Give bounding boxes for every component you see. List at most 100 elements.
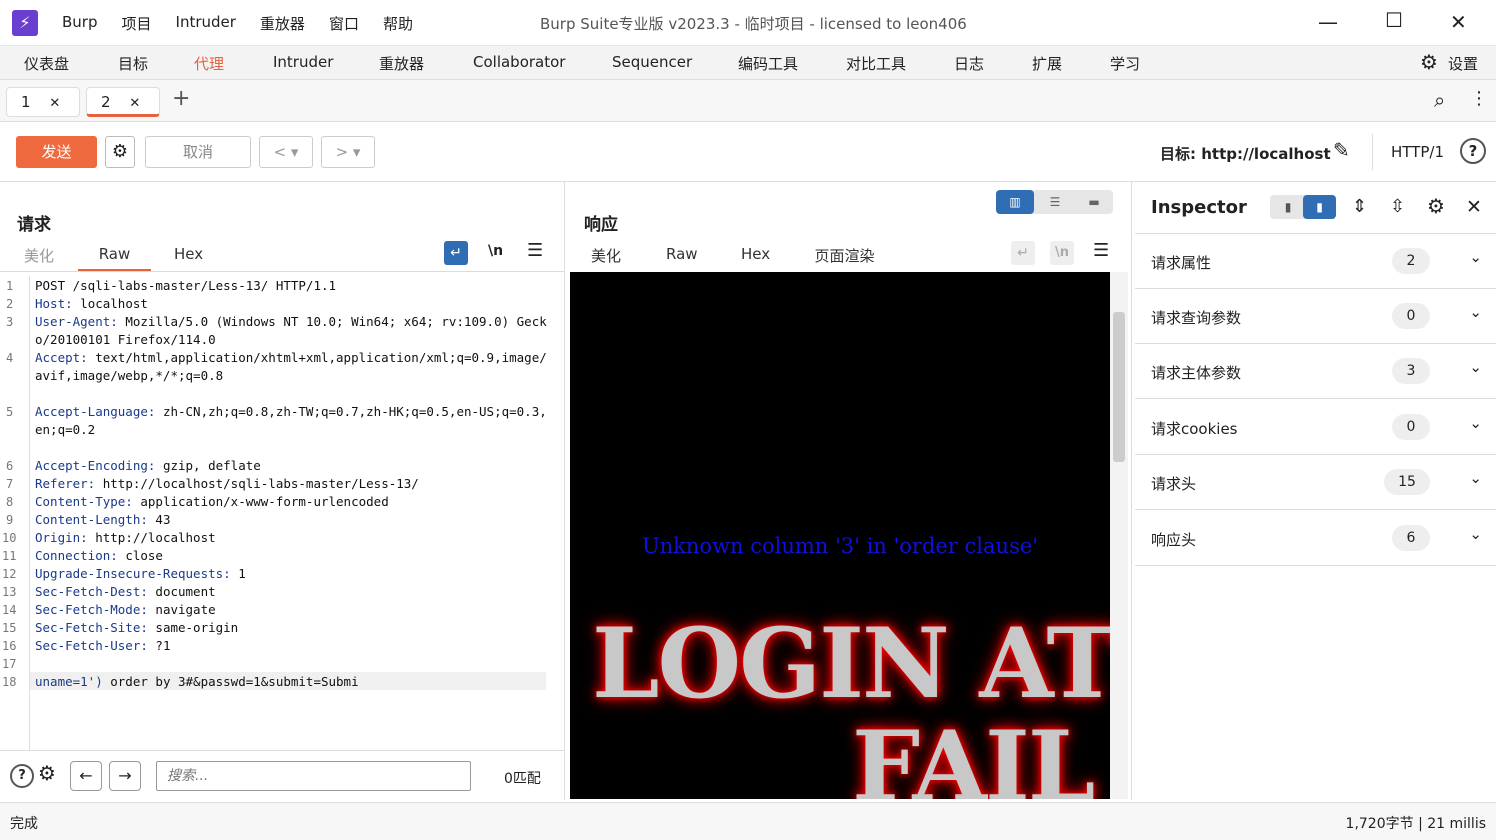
response-title: 响应: [584, 215, 618, 235]
code-line: Content-Length: 43: [35, 512, 171, 527]
response-tab-pretty[interactable]: 美化: [591, 245, 621, 266]
request-editor[interactable]: 1 POST /sqli-labs-master/Less-13/ HTTP/1…: [0, 277, 560, 747]
code-line: Sec-Fetch-Dest: document: [35, 584, 216, 599]
code-line: Origin: http://localhost: [35, 530, 216, 545]
target-label[interactable]: 目标: http://localhost: [1160, 143, 1331, 164]
repeater-tab-1[interactable]: 1 ✕: [6, 87, 80, 117]
search-input[interactable]: [156, 761, 471, 791]
tabbed-layout-icon[interactable]: ▬: [1075, 190, 1113, 214]
inspector-row-request-headers[interactable]: 请求头 15 ⌄: [1135, 455, 1496, 510]
http-version[interactable]: HTTP/1: [1391, 143, 1444, 161]
close-inspector-icon[interactable]: ✕: [1466, 196, 1482, 218]
tab-comparer[interactable]: 对比工具: [846, 53, 906, 74]
word-wrap-icon[interactable]: ↵: [444, 241, 468, 265]
help-icon[interactable]: ?: [1460, 138, 1486, 164]
search-settings-gear-icon[interactable]: ⚙: [38, 761, 56, 785]
inspector-row-body-params[interactable]: 请求主体参数 3 ⌄: [1135, 344, 1496, 399]
tab-proxy[interactable]: 代理: [194, 53, 224, 74]
top-bottom-layout-icon[interactable]: ☰: [1036, 190, 1074, 214]
menu-bar: Burp 项目 Intruder 重放器 窗口 帮助: [62, 13, 437, 34]
menu-icon[interactable]: ☰: [527, 240, 543, 261]
inspector-title: Inspector: [1151, 197, 1247, 218]
tab-logger[interactable]: 日志: [954, 53, 984, 74]
code-line: User-Agent: Mozilla/5.0 (Windows NT 10.0…: [35, 314, 547, 347]
menu-project[interactable]: 项目: [122, 13, 152, 34]
tab-sequencer[interactable]: Sequencer: [612, 53, 692, 71]
chevron-down-icon[interactable]: ⌄: [1469, 525, 1482, 543]
word-wrap-icon[interactable]: ↵: [1011, 241, 1035, 265]
inspector-row-cookies[interactable]: 请求cookies 0 ⌄: [1135, 400, 1496, 455]
chevron-down-icon[interactable]: ⌄: [1469, 358, 1482, 376]
edit-target-pencil-icon[interactable]: ✎: [1333, 138, 1350, 162]
code-line: Sec-Fetch-User: ?1: [35, 638, 171, 653]
send-button[interactable]: 发送: [16, 136, 97, 168]
next-match-arrow-icon[interactable]: →: [109, 761, 141, 791]
chevron-down-icon[interactable]: ⌄: [1469, 414, 1482, 432]
response-tab-hex[interactable]: Hex: [741, 245, 770, 263]
menu-help[interactable]: 帮助: [383, 13, 413, 34]
minimize-icon[interactable]: —: [1318, 10, 1338, 34]
repeater-tab-label: 1: [21, 93, 31, 111]
add-tab-icon[interactable]: +: [172, 86, 190, 111]
rendered-page: Unknown column '3' in 'order clause' LOG…: [570, 272, 1110, 799]
response-size-timing: 1,720字节 | 21 millis: [1345, 816, 1486, 832]
menu-repeater[interactable]: 重放器: [260, 13, 305, 34]
render-scrollbar[interactable]: [1110, 272, 1128, 799]
cancel-button[interactable]: 取消: [145, 136, 251, 168]
tab-collaborator[interactable]: Collaborator: [473, 53, 565, 71]
inspector-expanded-icon[interactable]: ▮: [1303, 195, 1336, 219]
close-tab-icon[interactable]: ✕: [49, 96, 60, 111]
request-tab-hex[interactable]: Hex: [174, 245, 203, 263]
divider: [0, 271, 565, 272]
settings-gear-icon[interactable]: ⚙: [1420, 50, 1438, 74]
search-icon[interactable]: ⌕: [1434, 88, 1445, 112]
code-line: Connection: close: [35, 548, 163, 563]
request-tab-raw[interactable]: Raw: [78, 245, 151, 272]
forward-history-button[interactable]: > ▾: [321, 136, 375, 168]
back-history-button[interactable]: < ▾: [259, 136, 313, 168]
count-badge: 0: [1392, 414, 1430, 440]
chevron-down-icon[interactable]: ⌄: [1469, 469, 1482, 487]
newline-toggle-icon[interactable]: \n: [488, 243, 503, 259]
tab-learn[interactable]: 学习: [1110, 53, 1140, 74]
code-line: Content-Type: application/x-www-form-url…: [35, 494, 389, 509]
inspector-settings-gear-icon[interactable]: ⚙: [1427, 194, 1445, 218]
more-options-icon[interactable]: ⋮: [1470, 88, 1488, 109]
response-tab-render[interactable]: 页面渲染: [792, 245, 897, 275]
scrollbar-thumb[interactable]: [1113, 312, 1125, 462]
inspector-row-query-params[interactable]: 请求查询参数 0 ⌄: [1135, 289, 1496, 344]
settings-label[interactable]: 设置: [1448, 53, 1478, 74]
inspector-layout-toggle: ▮ ▮: [1270, 195, 1336, 219]
send-settings-gear-icon[interactable]: ⚙: [105, 136, 135, 168]
newline-toggle-icon[interactable]: \n: [1050, 241, 1074, 265]
request-tab-pretty[interactable]: 美化: [24, 245, 54, 266]
inspector-collapsed-icon[interactable]: ▮: [1274, 195, 1302, 219]
collapse-all-icon[interactable]: ⇳: [1390, 196, 1405, 217]
expand-all-icon[interactable]: ⇕: [1352, 196, 1367, 217]
close-window-icon[interactable]: ✕: [1450, 10, 1467, 34]
tab-dashboard[interactable]: 仪表盘: [24, 53, 69, 74]
tab-target[interactable]: 目标: [118, 53, 148, 74]
maximize-icon[interactable]: ☐: [1385, 8, 1403, 32]
response-tab-raw[interactable]: Raw: [666, 245, 698, 263]
tab-decoder[interactable]: 编码工具: [738, 53, 798, 74]
side-by-side-layout-icon[interactable]: ▥: [996, 190, 1034, 214]
tab-intruder[interactable]: Intruder: [273, 53, 333, 71]
previous-match-arrow-icon[interactable]: ←: [70, 761, 102, 791]
menu-burp[interactable]: Burp: [62, 13, 98, 34]
help-icon[interactable]: ?: [10, 764, 34, 788]
menu-icon[interactable]: ☰: [1093, 240, 1109, 261]
code-line: Referer: http://localhost/sqli-labs-mast…: [35, 476, 419, 491]
inspector-row-response-headers[interactable]: 响应头 6 ⌄: [1135, 511, 1496, 566]
code-line: Upgrade-Insecure-Requests: 1: [35, 566, 246, 581]
inspector-row-label: 请求主体参数: [1151, 364, 1242, 382]
tab-extensions[interactable]: 扩展: [1032, 53, 1062, 74]
chevron-down-icon[interactable]: ⌄: [1469, 303, 1482, 321]
chevron-down-icon[interactable]: ⌄: [1469, 248, 1482, 266]
close-tab-icon[interactable]: ✕: [129, 96, 140, 111]
inspector-row-label: 请求头: [1151, 475, 1197, 493]
menu-window[interactable]: 窗口: [329, 13, 359, 34]
inspector-row-request-attributes[interactable]: 请求属性 2 ⌄: [1135, 234, 1496, 289]
menu-intruder[interactable]: Intruder: [176, 13, 236, 34]
repeater-tab-2[interactable]: 2 ✕: [86, 87, 160, 117]
